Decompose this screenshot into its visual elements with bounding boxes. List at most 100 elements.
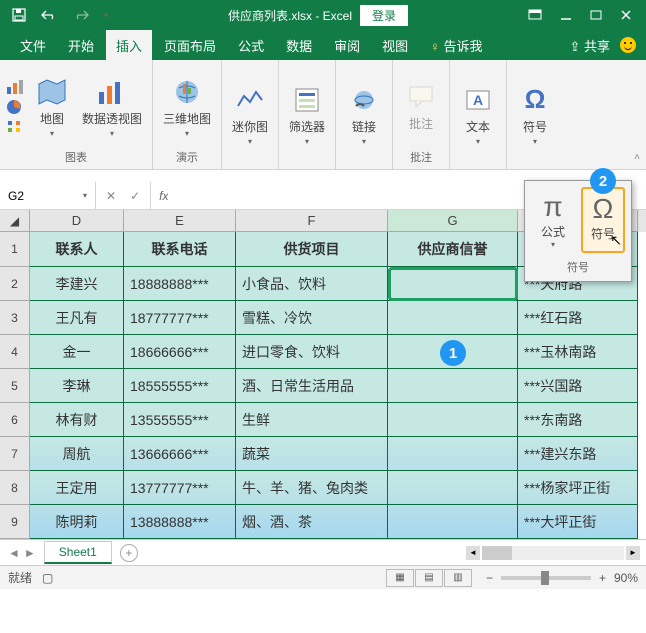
cell[interactable]: 13777777*** (124, 471, 236, 505)
cell[interactable]: 进口零食、饮料 (236, 335, 388, 369)
row-header[interactable]: 6 (0, 403, 30, 437)
link-button[interactable]: 链接▾ (342, 80, 386, 150)
cell[interactable]: ***红石路 (518, 301, 638, 335)
cell[interactable] (388, 369, 518, 403)
name-box[interactable]: G2 ▾ (0, 182, 96, 209)
macro-record-icon[interactable]: ▢ (42, 571, 53, 585)
tab-review[interactable]: 审阅 (324, 30, 370, 61)
sheet-tab[interactable]: Sheet1 (44, 541, 112, 564)
cell[interactable]: 13888888*** (124, 505, 236, 539)
row-header[interactable]: 2 (0, 267, 30, 301)
select-all-corner[interactable]: ◢ (0, 210, 30, 232)
sheet-nav-next-icon[interactable]: ► (24, 546, 36, 560)
cell[interactable]: 王定用 (30, 471, 124, 505)
horizontal-scrollbar[interactable]: ◄ ► (466, 545, 646, 561)
scroll-right-icon[interactable]: ► (626, 546, 640, 560)
row-header[interactable]: 5 (0, 369, 30, 403)
cell[interactable]: ***杨家坪正街 (518, 471, 638, 505)
zoom-in-icon[interactable]: + (599, 571, 606, 585)
tab-tellme[interactable]: ♀ 告诉我 (420, 30, 492, 61)
map-button[interactable]: 地图▾ (30, 72, 74, 142)
pivot-chart-button[interactable]: 数据透视图▾ (78, 72, 146, 142)
cell[interactable]: 13555555*** (124, 403, 236, 437)
zoom-out-icon[interactable]: − (486, 571, 493, 585)
header-cell[interactable]: 供应商信誉 (388, 232, 518, 267)
comment-button[interactable]: 批注 (399, 77, 443, 136)
cell[interactable] (388, 471, 518, 505)
tab-formula[interactable]: 公式 (228, 30, 274, 61)
login-button[interactable]: 登录 (360, 5, 408, 26)
cell[interactable] (388, 437, 518, 471)
cell[interactable]: 李建兴 (30, 267, 124, 301)
cell[interactable]: 蔬菜 (236, 437, 388, 471)
row-header[interactable]: 1 (0, 232, 30, 267)
namebox-dropdown-icon[interactable]: ▾ (83, 191, 87, 200)
ribbon-options-icon[interactable] (528, 9, 542, 21)
scroll-left-icon[interactable]: ◄ (466, 546, 480, 560)
undo-icon[interactable] (40, 9, 58, 21)
cell[interactable]: 18777777*** (124, 301, 236, 335)
cell[interactable]: 林有财 (30, 403, 124, 437)
cell[interactable]: ***玉林南路 (518, 335, 638, 369)
cell[interactable]: 生鲜 (236, 403, 388, 437)
cell[interactable]: 周航 (30, 437, 124, 471)
minimize-icon[interactable] (560, 9, 572, 21)
tab-file[interactable]: 文件 (10, 30, 56, 61)
accept-formula-icon[interactable]: ✓ (130, 189, 140, 203)
chart-small-icon-2[interactable] (6, 99, 26, 115)
row-header[interactable]: 4 (0, 335, 30, 369)
cell[interactable]: ***大坪正街 (518, 505, 638, 539)
cell[interactable]: ***建兴东路 (518, 437, 638, 471)
cell[interactable]: 小食品、饮料 (236, 267, 388, 301)
map3d-button[interactable]: 三维地图▾ (159, 72, 215, 142)
tab-view[interactable]: 视图 (372, 30, 418, 61)
chart-small-icon-3[interactable] (6, 119, 26, 135)
cell[interactable]: 18888888*** (124, 267, 236, 301)
cell[interactable]: 18666666*** (124, 335, 236, 369)
cell[interactable]: 雪糕、冷饮 (236, 301, 388, 335)
cell[interactable] (388, 505, 518, 539)
equation-button[interactable]: π 公式 ▾ (531, 187, 575, 253)
col-header-d[interactable]: D (30, 210, 124, 232)
cell[interactable]: 18555555*** (124, 369, 236, 403)
row-header[interactable]: 9 (0, 505, 30, 539)
cell[interactable] (388, 267, 518, 301)
symbol-button[interactable]: Ω 符号▾ (513, 80, 557, 150)
chart-small-icon[interactable] (6, 79, 26, 95)
filter-button[interactable]: 筛选器▾ (285, 80, 329, 150)
tab-data[interactable]: 数据 (276, 30, 322, 61)
cell[interactable]: 金一 (30, 335, 124, 369)
cell[interactable]: ***兴国路 (518, 369, 638, 403)
header-cell[interactable]: 联系人 (30, 232, 124, 267)
cell[interactable]: 酒、日常生活用品 (236, 369, 388, 403)
redo-icon[interactable] (72, 9, 90, 21)
sparkline-button[interactable]: 迷你图▾ (228, 80, 272, 150)
cell[interactable]: 李琳 (30, 369, 124, 403)
row-header[interactable]: 8 (0, 471, 30, 505)
feedback-icon[interactable] (620, 37, 636, 53)
cell[interactable]: 13666666*** (124, 437, 236, 471)
zoom-slider[interactable] (501, 576, 591, 580)
sheet-nav-prev-icon[interactable]: ◄ (8, 546, 20, 560)
col-header-e[interactable]: E (124, 210, 236, 232)
cell[interactable]: 王凡有 (30, 301, 124, 335)
cell[interactable]: ***东南路 (518, 403, 638, 437)
cell[interactable]: 牛、羊、猪、兔肉类 (236, 471, 388, 505)
collapse-ribbon-icon[interactable]: ˄ (634, 152, 640, 163)
tab-insert[interactable]: 插入 (106, 30, 152, 61)
cell[interactable]: 烟、酒、茶 (236, 505, 388, 539)
view-pagelayout-icon[interactable]: ▤ (415, 569, 443, 587)
text-button[interactable]: A 文本▾ (456, 80, 500, 150)
cell[interactable] (388, 301, 518, 335)
col-header-g[interactable]: G (388, 210, 518, 232)
maximize-icon[interactable] (590, 9, 602, 21)
cell[interactable] (388, 403, 518, 437)
cancel-formula-icon[interactable]: ✕ (106, 189, 116, 203)
save-icon[interactable] (12, 8, 26, 22)
zoom-level[interactable]: 90% (614, 571, 638, 585)
add-sheet-button[interactable]: + (120, 544, 138, 562)
row-header[interactable]: 3 (0, 301, 30, 335)
close-icon[interactable] (620, 9, 632, 21)
header-cell[interactable]: 联系电话 (124, 232, 236, 267)
view-pagebreak-icon[interactable]: ▥ (444, 569, 472, 587)
